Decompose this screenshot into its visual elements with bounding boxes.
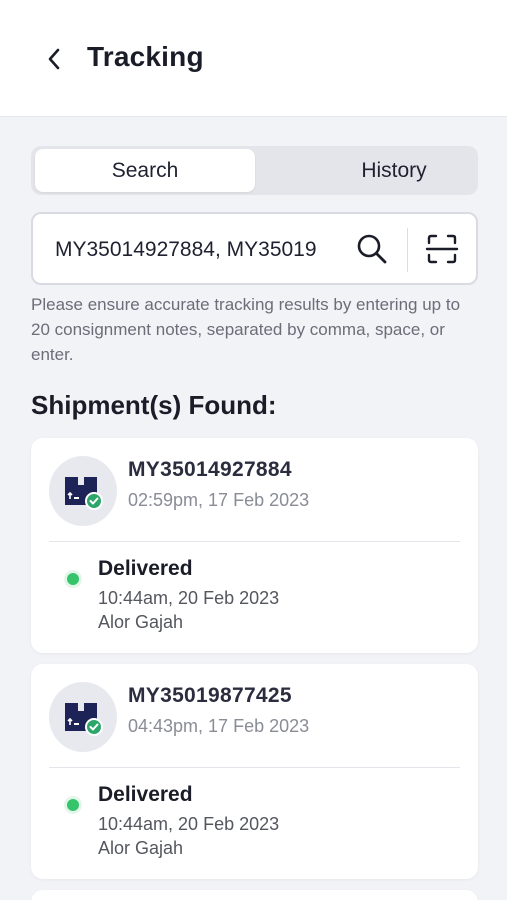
search-button[interactable]	[355, 232, 389, 266]
tab-history[interactable]: History	[284, 149, 504, 192]
results-title: Shipment(s) Found:	[31, 390, 277, 420]
shipment-card[interactable]	[31, 890, 478, 900]
page-title: Tracking	[87, 41, 204, 72]
card-divider	[49, 541, 460, 542]
card-divider	[49, 767, 460, 768]
status-time: 10:44am, 20 Feb 2023	[98, 588, 280, 608]
status-dot-icon	[67, 799, 79, 811]
app-header: Tracking	[0, 0, 507, 117]
status-label: Delivered	[98, 783, 193, 806]
shipment-card[interactable]: MY35014927884 02:59pm, 17 Feb 2023 Deliv…	[31, 438, 478, 653]
search-box	[31, 212, 478, 285]
chevron-left-icon	[48, 48, 60, 70]
tracking-number-input[interactable]	[55, 236, 317, 264]
search-icon	[357, 234, 387, 264]
scan-icon	[425, 234, 459, 264]
status-time: 10:44am, 20 Feb 2023	[98, 814, 280, 834]
consignment-created-time: 02:59pm, 17 Feb 2023	[128, 490, 310, 510]
package-avatar	[49, 682, 117, 752]
tab-bar: Search History	[31, 146, 478, 195]
status-dot-icon	[67, 573, 79, 585]
package-delivered-icon	[65, 477, 103, 510]
tab-search[interactable]: Search	[35, 149, 255, 192]
consignment-created-time: 04:43pm, 17 Feb 2023	[128, 716, 310, 736]
consignment-number: MY35014927884	[128, 458, 292, 481]
search-divider	[407, 228, 408, 272]
status-location: Alor Gajah	[98, 612, 184, 632]
status-label: Delivered	[98, 557, 193, 580]
consignment-number: MY35019877425	[128, 684, 292, 707]
scan-button[interactable]	[425, 232, 459, 266]
package-delivered-icon	[65, 703, 103, 736]
shipment-card[interactable]: MY35019877425 04:43pm, 17 Feb 2023 Deliv…	[31, 664, 478, 879]
search-hint: Please ensure accurate tracking results …	[31, 295, 461, 364]
package-avatar	[49, 456, 117, 526]
status-location: Alor Gajah	[98, 838, 184, 858]
back-button[interactable]	[36, 40, 72, 78]
